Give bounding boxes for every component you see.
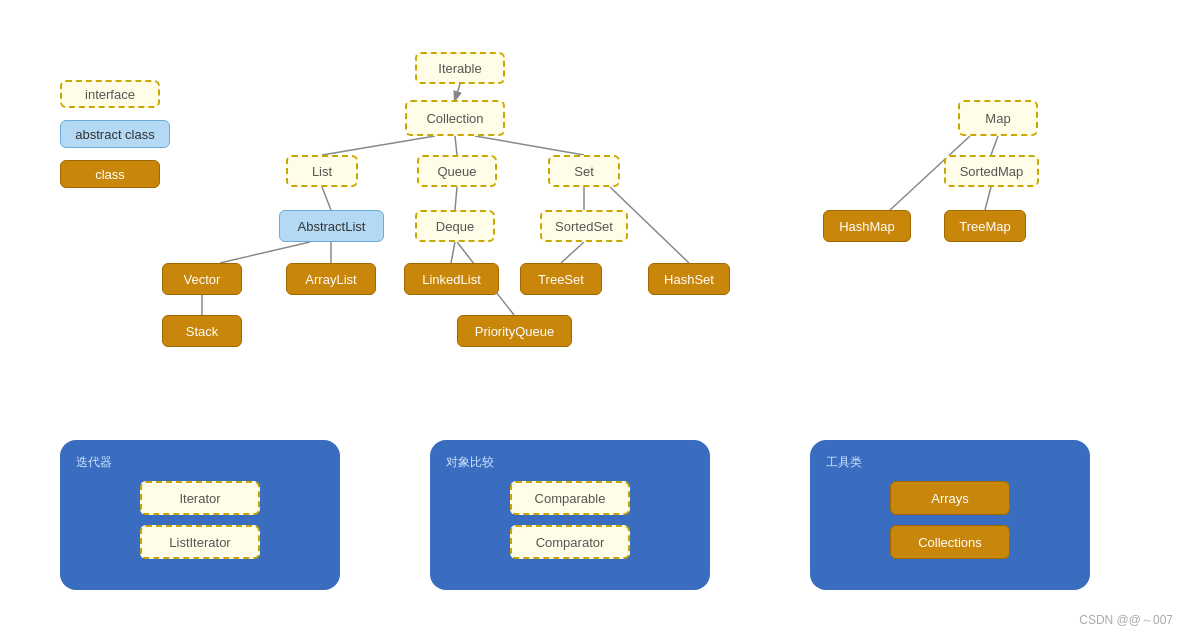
svg-line-0	[455, 84, 460, 100]
svg-line-4	[322, 187, 331, 210]
node-priorityqueue: PriorityQueue	[457, 315, 572, 347]
comparator-group-nodes: Comparable Comparator	[446, 481, 694, 559]
node-hashmap: HashMap	[823, 210, 911, 242]
tools-group-label: 工具类	[826, 454, 1074, 471]
iterator-group-label: 迭代器	[76, 454, 324, 471]
legend-interface-label: interface	[85, 87, 135, 102]
node-collection: Collection	[405, 100, 505, 136]
comparator-group-label: 对象比较	[446, 454, 694, 471]
node-hashset: HashSet	[648, 263, 730, 295]
svg-line-1	[322, 136, 435, 155]
node-sortedset: SortedSet	[540, 210, 628, 242]
svg-line-10	[561, 242, 584, 263]
legend: interface abstract class class	[60, 80, 170, 188]
node-listiterator: ListIterator	[140, 525, 260, 559]
node-arraylist: ArrayList	[286, 263, 376, 295]
node-vector: Vector	[162, 263, 242, 295]
node-iterator: Iterator	[140, 481, 260, 515]
svg-line-3	[475, 136, 584, 155]
legend-abstract-label: abstract class	[75, 127, 154, 142]
iterator-group-nodes: Iterator ListIterator	[76, 481, 324, 559]
iterator-group: 迭代器 Iterator ListIterator	[60, 440, 340, 590]
node-linkedlist: LinkedList	[404, 263, 499, 295]
node-collections: Collections	[890, 525, 1010, 559]
legend-interface: interface	[60, 80, 160, 108]
node-treemap: TreeMap	[944, 210, 1026, 242]
node-deque: Deque	[415, 210, 495, 242]
node-iterable: Iterable	[415, 52, 505, 84]
node-set: Set	[548, 155, 620, 187]
svg-line-9	[451, 242, 455, 263]
node-queue: Queue	[417, 155, 497, 187]
svg-line-16	[985, 187, 991, 210]
comparator-group: 对象比较 Comparable Comparator	[430, 440, 710, 590]
tools-group-nodes: Arrays Collections	[826, 481, 1074, 559]
tools-group: 工具类 Arrays Collections	[810, 440, 1090, 590]
node-map: Map	[958, 100, 1038, 136]
legend-class: class	[60, 160, 160, 188]
node-sortedmap: SortedMap	[944, 155, 1039, 187]
node-abstractlist: AbstractList	[279, 210, 384, 242]
legend-class-label: class	[95, 167, 125, 182]
svg-line-7	[220, 242, 310, 263]
node-list: List	[286, 155, 358, 187]
svg-line-2	[455, 136, 457, 155]
node-treeset: TreeSet	[520, 263, 602, 295]
legend-abstract: abstract class	[60, 120, 170, 148]
node-stack: Stack	[162, 315, 242, 347]
diagram-area: interface abstract class class Iterable …	[0, 0, 1183, 637]
node-arrays: Arrays	[890, 481, 1010, 515]
watermark: CSDN @@～007	[1079, 612, 1173, 629]
node-comparator: Comparator	[510, 525, 630, 559]
svg-line-14	[991, 136, 998, 155]
node-comparable: Comparable	[510, 481, 630, 515]
svg-line-5	[455, 187, 457, 210]
